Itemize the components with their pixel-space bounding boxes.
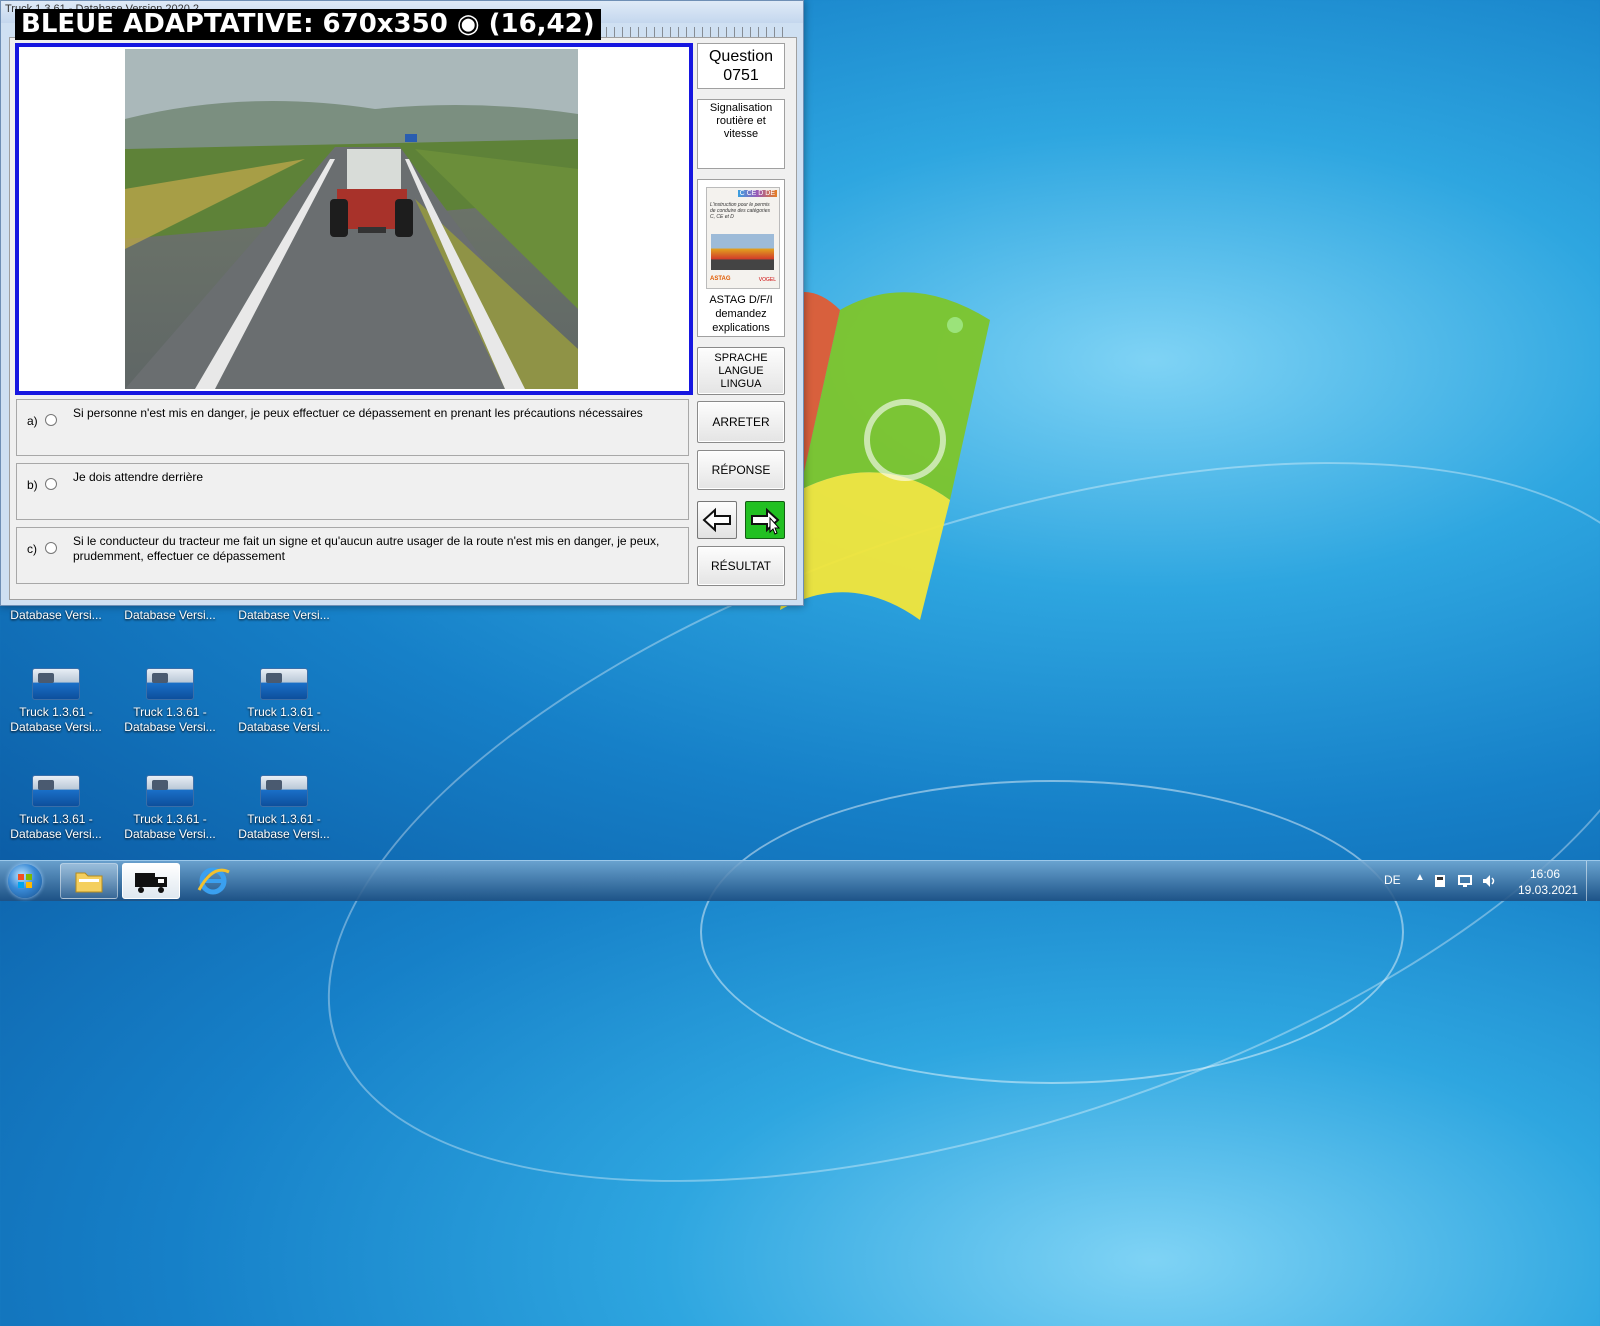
question-photo [125,49,578,389]
overlay-title: BLEUE ADAPTATIVE: 670x350 ◉ (16,42) [15,9,601,40]
stop-button[interactable]: ARRETER [697,401,785,443]
answer-button[interactable]: RÉPONSE [697,450,785,490]
taskbar-explorer[interactable] [60,863,118,899]
tray-network-icon[interactable] [1457,873,1473,889]
truck-app-icon [32,668,80,700]
start-button[interactable] [8,864,42,898]
book-cover-text: L'instruction pour le permis de conduire… [710,202,771,220]
tray-language[interactable]: DE [1384,873,1401,887]
desktop-icon-truck[interactable]: Truck 1.3.61 - Database Versi... [120,775,220,842]
desktop-icon-truck[interactable]: Truck 1.3.61 - Database Versi... [120,668,220,735]
answer-c[interactable]: c) Si le conducteur du tracteur me fait … [16,527,689,584]
desktop-swoosh [700,780,1404,1084]
tray-clock-date[interactable]: 19.03.2021 [1518,883,1578,897]
answer-text: Si personne n'est mis en danger, je peux… [73,406,643,420]
truck-app-icon [146,775,194,807]
answer-b[interactable]: b) Je dois attendre derrière [16,463,689,520]
category-box: Signalisation routière et vitesse [697,99,785,169]
windows-logo [780,292,990,620]
folder-icon [75,872,103,893]
road-scene [125,49,578,389]
tray-up-arrow-icon[interactable]: ▲ [1415,872,1425,883]
book-publisher-left: ASTAG [710,276,731,282]
taskbar-internet-explorer[interactable] [184,863,242,899]
desktop-icon-partial[interactable]: Database Versi... [6,608,106,623]
desktop-icon-truck[interactable]: Truck 1.3.61 - Database Versi... [234,775,334,842]
book-box[interactable]: C CE D DE L'instruction pour le permis d… [697,179,785,337]
previous-button[interactable] [697,501,737,539]
desktop-icon-truck[interactable]: Truck 1.3.61 - Database Versi... [234,668,334,735]
tray-volume-icon[interactable] [1481,873,1497,889]
answer-letter: c) [27,542,37,556]
desktop-icon-truck[interactable]: Truck 1.3.61 - Database Versi... [6,668,106,735]
book-publisher-right: VOGEL [758,277,776,283]
truck-app-icon [260,775,308,807]
taskbar: DE ▲ 16:06 19.03.2021 [0,860,1600,901]
language-button[interactable]: SPRACHE LANGUE LINGUA [697,347,785,395]
question-image-frame [15,43,693,395]
question-label: Question [708,48,774,65]
tray-device-icon[interactable] [1433,873,1447,889]
answer-a-radio[interactable] [45,414,57,426]
book-badges: C CE D DE [737,190,777,197]
answer-c-radio[interactable] [45,542,57,554]
question-number: 0751 [723,67,759,84]
truck-icon [135,873,167,893]
tray-clock-time[interactable]: 16:06 [1530,867,1560,881]
book-caption: ASTAG D/F/I demandez explications [709,294,773,334]
answer-text: Si le conducteur du tracteur me fait un … [73,534,660,563]
answer-a[interactable]: a) Si personne n'est mis en danger, je p… [16,399,689,456]
app-window: Truck 1.3.61 - Database Version 2020.2 [0,0,804,606]
windows-flag-icon [18,874,32,888]
truck-app-icon [260,668,308,700]
internet-explorer-icon [197,867,230,895]
arrow-left-icon [702,507,731,533]
arrow-right-icon [751,507,781,535]
desktop-icon-partial[interactable]: Database Versi... [120,608,220,623]
answer-letter: b) [27,478,38,492]
question-number-box: Question 0751 [697,43,785,89]
show-desktop-button[interactable] [1586,861,1600,901]
desktop-icon-partial[interactable]: Database Versi... [234,608,334,623]
desktop-icon-truck[interactable]: Truck 1.3.61 - Database Versi... [6,775,106,842]
truck-app-icon [146,668,194,700]
taskbar-truck-app[interactable] [122,863,180,899]
answer-b-radio[interactable] [45,478,57,490]
book-cover: C CE D DE L'instruction pour le permis d… [706,187,780,289]
answer-text: Je dois attendre derrière [73,470,204,484]
truck-app-icon [32,775,80,807]
category-text: Signalisation routière et vitesse [709,102,773,140]
answer-letter: a) [27,414,38,428]
result-button[interactable]: RÉSULTAT [697,546,785,586]
book-bus-image [711,234,774,270]
next-button[interactable] [745,501,785,539]
